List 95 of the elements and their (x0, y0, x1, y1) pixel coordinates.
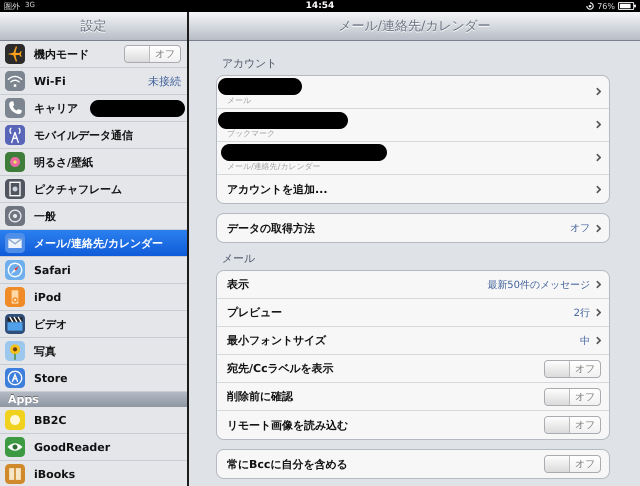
row-value: オフ (570, 222, 590, 235)
flower-icon (5, 152, 25, 172)
settings-item[interactable]: 機内モード オフ (0, 41, 187, 68)
book-icon (5, 464, 25, 484)
antenna-icon (5, 125, 25, 145)
detail-title: メール/連絡先/カレンダー (338, 18, 490, 35)
settings-row[interactable]: プレビュー 2行 (217, 299, 609, 327)
settings-row[interactable]: 表示 最新50件のメッセージ (217, 271, 609, 299)
chevron-icon (596, 152, 601, 162)
chevron-icon (596, 86, 601, 96)
item-value: 未接続 (148, 74, 181, 88)
blob-icon (5, 410, 25, 430)
item-label: BB2C (34, 414, 66, 426)
row-label: データの取得方法 (227, 220, 315, 236)
row-label: 表示 (227, 277, 249, 292)
toggle-switch[interactable]: オフ (544, 360, 601, 378)
settings-item[interactable]: キャリア (0, 95, 187, 122)
row-label: プレビュー (227, 305, 282, 320)
settings-item[interactable]: BB2C (0, 407, 187, 434)
item-label: Store (34, 372, 68, 384)
sunflower-icon (5, 341, 25, 361)
account-type: メール/連絡先/カレンダー (227, 161, 320, 172)
settings-row[interactable]: データの取得方法 オフ (217, 214, 609, 242)
item-label: GoodReader (34, 440, 110, 454)
sidebar-title: 設定 (80, 18, 106, 35)
settings-item[interactable]: モバイルデータ通信 (0, 122, 187, 149)
group-header: メール (221, 251, 256, 267)
item-label: ビデオ (34, 316, 67, 332)
settings-row[interactable]: 常にBccに自分を含める オフ (217, 450, 609, 478)
settings-item[interactable]: ビデオ (0, 311, 187, 338)
item-label: iPod (34, 290, 62, 304)
settings-item[interactable]: Safari (0, 257, 187, 284)
account-type: メール (227, 95, 251, 106)
item-label: 明るさ/壁紙 (34, 154, 94, 170)
item-label: キャリア (34, 100, 78, 116)
eye-icon (5, 437, 25, 457)
settings-item[interactable]: Wi-Fi 未接続 (0, 68, 187, 95)
carrier-text: 圏外 (4, 0, 20, 12)
gear-icon (5, 206, 25, 226)
chevron-icon (596, 120, 601, 128)
item-label: メール/連絡先/カレンダー (34, 236, 164, 250)
item-label: ピクチャフレーム (34, 182, 122, 196)
row-label: 最小フォントサイズ (227, 333, 326, 348)
battery-icon (618, 2, 636, 10)
wifi-icon (5, 71, 25, 91)
item-label: 写真 (34, 344, 56, 358)
settings-item[interactable]: GoodReader (0, 434, 187, 461)
item-label: Wi-Fi (34, 74, 66, 88)
settings-item[interactable]: ピクチャフレーム (0, 176, 187, 203)
settings-item[interactable]: 写真 (0, 338, 187, 365)
row-label: リモート画像を読み込む (227, 418, 348, 432)
compass-icon (5, 260, 25, 280)
settings-item[interactable]: メール/連絡先/カレンダー (0, 230, 187, 257)
circle-icon (5, 368, 25, 388)
settings-row[interactable]: 削除前に確認 オフ (217, 383, 609, 411)
chevron-icon (596, 308, 601, 317)
group-header: アカウント (221, 56, 278, 72)
row-label: 宛先/Ccラベルを表示 (227, 361, 334, 376)
item-label: 一般 (34, 208, 56, 224)
envelope-icon (5, 233, 25, 253)
row-value: 中 (580, 334, 590, 348)
row-label: アカウントを追加... (227, 182, 328, 196)
toggle-switch[interactable]: オフ (124, 45, 181, 63)
section-title: Apps (8, 393, 39, 406)
item-label: iBooks (34, 468, 76, 480)
settings-item[interactable]: iBooks (0, 461, 187, 486)
phone-icon (5, 98, 25, 118)
toggle-switch[interactable]: オフ (544, 388, 601, 406)
item-label: モバイルデータ通信 (34, 128, 133, 142)
chevron-icon (596, 224, 601, 232)
account-type: ブックマーク (227, 128, 275, 139)
settings-item[interactable]: 明るさ/壁紙 (0, 149, 187, 176)
row-label: 削除前に確認 (227, 389, 293, 404)
airplane-icon (5, 44, 25, 64)
rotation-lock-icon (586, 2, 594, 10)
chevron-icon (596, 336, 601, 345)
chevron-icon (596, 184, 601, 194)
row-label: 常にBccに自分を含める (227, 456, 348, 472)
settings-row[interactable]: 最小フォントサイズ 中 (217, 327, 609, 355)
row-value: 2行 (574, 306, 590, 320)
picture-frame-icon (5, 179, 25, 199)
clapperboard-icon (5, 314, 25, 334)
battery-percent: 76% (597, 2, 615, 10)
item-label: 機内モード (34, 46, 89, 62)
toggle-switch[interactable]: オフ (544, 455, 601, 473)
settings-item[interactable]: iPod (0, 284, 187, 311)
settings-row[interactable]: アカウントを追加... (217, 175, 609, 203)
music-player-icon (5, 287, 25, 307)
clock-text: 14:54 (306, 1, 334, 11)
row-value: 最新50件のメッセージ (487, 278, 590, 292)
toggle-switch[interactable]: オフ (544, 416, 601, 434)
item-label: Safari (34, 264, 71, 276)
settings-row[interactable]: 宛先/Ccラベルを表示 オフ (217, 355, 609, 383)
settings-row[interactable]: リモート画像を読み込む オフ (217, 411, 609, 439)
chevron-icon (596, 280, 601, 289)
